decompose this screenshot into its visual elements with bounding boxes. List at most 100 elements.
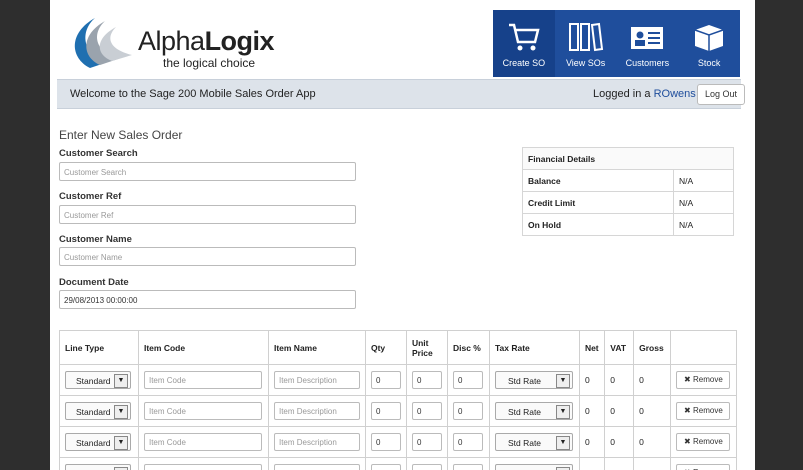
qty-input[interactable]: 0	[370, 433, 401, 451]
item-code-input[interactable]: Item Code	[143, 402, 262, 420]
col-tax-rate: Tax Rate	[488, 330, 580, 365]
document-date-input[interactable]: 29/08/2013 00:00:00	[59, 290, 356, 309]
col-item-code: Item Code	[137, 330, 269, 365]
customer-search-input[interactable]: Customer Search	[59, 162, 356, 181]
username-link[interactable]: ROwens	[654, 88, 696, 100]
close-icon: ✖	[684, 406, 691, 415]
customer-name-label: Customer Name	[59, 234, 132, 245]
brand-tagline: the logical choice	[163, 56, 256, 70]
gross-value: 0	[633, 426, 672, 458]
item-name-input[interactable]: Item Description	[273, 433, 360, 451]
order-lines-table: Line Type Item Code Item Name Qty Unit Pr…	[59, 330, 737, 470]
box-icon	[694, 25, 724, 51]
welcome-message: Welcome to the Sage 200 Mobile Sales Ord…	[70, 88, 316, 100]
financial-row: Balance N/A	[522, 169, 734, 192]
chevron-down-icon: ▼	[555, 405, 570, 419]
nav-customers-label: Customers	[625, 58, 670, 68]
nav-create-so-label: Create SO	[502, 58, 546, 68]
col-gross: Gross	[633, 330, 672, 365]
brand-name: AlphaLogix	[138, 26, 275, 56]
remove-button[interactable]: ✖ Remove	[676, 402, 731, 420]
gross-value: 0	[633, 457, 672, 470]
col-qty: Qty	[364, 330, 407, 365]
binders-icon	[568, 22, 603, 52]
chevron-down-icon: ▼	[114, 405, 128, 419]
disc-input[interactable]: 0	[452, 371, 483, 389]
nav-view-sos-label: View SOs	[565, 58, 606, 68]
swoosh-logo-icon	[74, 18, 132, 68]
tax-rate-select[interactable]: Std Rate▼	[494, 433, 573, 451]
line-type-select[interactable]: Standard▼	[65, 371, 131, 389]
item-code-input[interactable]: Item Code	[143, 371, 262, 389]
qty-input[interactable]: 0	[370, 371, 401, 389]
table-row: Standard▼Item CodeItem Description000Std…	[59, 426, 737, 458]
item-name-input[interactable]: Item Description	[273, 402, 360, 420]
qty-input[interactable]: 0	[370, 464, 401, 470]
nav-stock[interactable]: Stock	[678, 10, 740, 77]
customer-name-input[interactable]: Customer Name	[59, 247, 356, 266]
tax-rate-select[interactable]: Std Rate▼	[494, 371, 573, 389]
chevron-down-icon: ▼	[555, 374, 570, 388]
table-row: Standard▼ Item Code Item Description 0 0 0 Std…	[59, 457, 737, 470]
col-disc: Disc %	[446, 330, 490, 365]
contact-card-icon	[631, 27, 664, 49]
item-name-input[interactable]: Item Description	[273, 371, 360, 389]
item-code-input[interactable]: Item Code	[143, 464, 262, 470]
nav-view-sos[interactable]: View SOs	[555, 10, 617, 77]
close-icon: ✖	[684, 437, 691, 446]
line-type-select[interactable]: Standard▼	[65, 433, 131, 451]
chevron-down-icon: ▼	[114, 436, 128, 450]
unit-price-input[interactable]: 0	[411, 402, 442, 420]
app-screen: AlphaLogix the logical choice Create SO …	[50, 0, 755, 470]
col-line-type: Line Type	[59, 330, 139, 365]
tax-rate-select[interactable]: Std Rate▼	[494, 402, 573, 420]
net-value: 0	[578, 426, 606, 458]
disc-input[interactable]: 0	[452, 433, 483, 451]
col-item-name: Item Name	[267, 330, 366, 365]
unit-price-input[interactable]: 0	[411, 464, 442, 470]
nav-create-so[interactable]: Create SO	[493, 10, 555, 77]
nav-stock-label: Stock	[697, 58, 721, 68]
vat-value: 0	[604, 364, 635, 396]
unit-price-input[interactable]: 0	[411, 433, 442, 451]
tax-rate-select[interactable]: Std Rate▼	[494, 464, 573, 470]
col-vat: VAT	[604, 330, 635, 365]
remove-button[interactable]: ✖ Remove	[676, 371, 731, 389]
disc-input[interactable]: 0	[452, 464, 483, 470]
gross-value: 0	[633, 395, 672, 427]
table-row: Standard▼Item CodeItem Description000Std…	[59, 364, 737, 396]
col-actions	[670, 330, 737, 365]
financial-details-table: Financial Details Balance N/A Credit Limi…	[522, 147, 734, 236]
item-code-input[interactable]: Item Code	[143, 433, 262, 451]
customer-ref-label: Customer Ref	[59, 191, 122, 202]
net-value: 0	[578, 457, 606, 470]
page-title: Enter New Sales Order	[59, 128, 183, 142]
financial-details-header: Financial Details	[522, 147, 734, 170]
net-value: 0	[578, 364, 606, 396]
close-icon: ✖	[684, 375, 691, 384]
col-unit-price: Unit Price	[405, 330, 448, 365]
vat-value: 0	[604, 395, 635, 427]
net-value: 0	[578, 395, 606, 427]
col-net: Net	[578, 330, 606, 365]
logout-button[interactable]: Log Out	[697, 84, 745, 105]
financial-row: Credit Limit N/A	[522, 191, 734, 214]
table-row: Standard▼Item CodeItem Description000Std…	[59, 395, 737, 427]
gross-value: 0	[633, 364, 672, 396]
welcome-bar: Welcome to the Sage 200 Mobile Sales Ord…	[57, 79, 745, 109]
nav-customers[interactable]: Customers	[617, 10, 679, 77]
chevron-down-icon: ▼	[114, 374, 128, 388]
cart-icon	[508, 23, 540, 51]
remove-button[interactable]: ✖ Remove	[676, 464, 731, 470]
document-date-label: Document Date	[59, 277, 129, 288]
item-name-input[interactable]: Item Description	[273, 464, 360, 470]
line-type-select[interactable]: Standard▼	[65, 402, 131, 420]
financial-row: On Hold N/A	[522, 213, 734, 236]
line-type-select[interactable]: Standard▼	[65, 464, 131, 470]
customer-search-label: Customer Search	[59, 148, 138, 159]
customer-ref-input[interactable]: Customer Ref	[59, 205, 356, 224]
disc-input[interactable]: 0	[452, 402, 483, 420]
remove-button[interactable]: ✖ Remove	[676, 433, 731, 451]
unit-price-input[interactable]: 0	[411, 371, 442, 389]
qty-input[interactable]: 0	[370, 402, 401, 420]
